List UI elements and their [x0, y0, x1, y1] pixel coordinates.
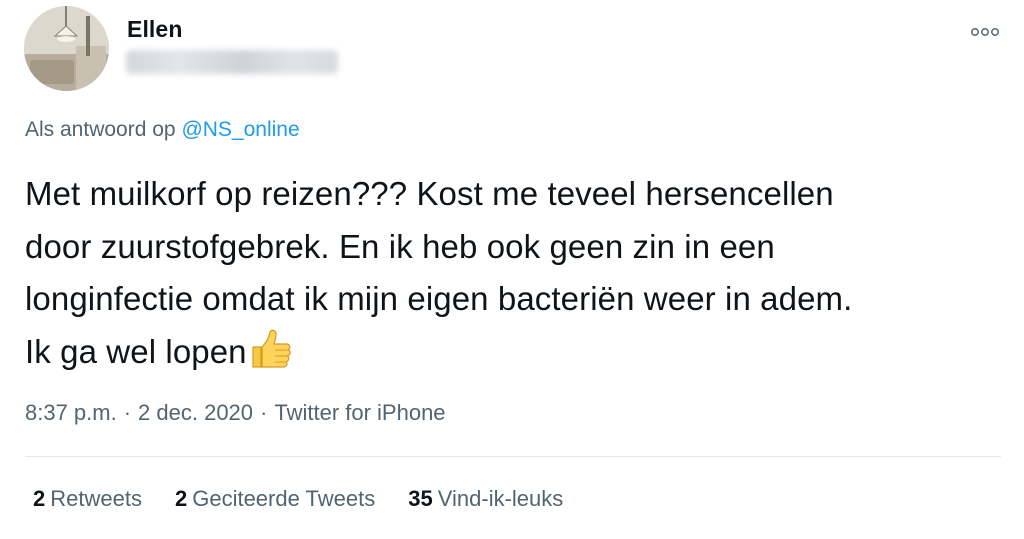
tweet-meta: 8:37 p.m. · 2 dec. 2020 · Twitter for iPhone — [25, 400, 446, 426]
divider — [25, 456, 1001, 457]
thumbs-up-icon — [249, 329, 293, 385]
tweet-text-line: door zuurstofgebrek. En ik heb ook geen … — [25, 227, 775, 265]
meta-separator: · — [123, 400, 132, 425]
retweets-stat[interactable]: 2 Retweets — [33, 486, 142, 512]
tweet-text-line: longinfectie omdat ik mijn eigen bacteri… — [25, 280, 853, 317]
tweet-stats: 2 Retweets 2 Geciteerde Tweets 35 Vind-ik-l… — [33, 486, 563, 512]
quote-tweets-stat[interactable]: 2 Geciteerde Tweets — [175, 486, 375, 512]
retweets-label: Retweets — [50, 486, 142, 511]
tweet-text: Met muilkorf op reizen??? Kost me teveel… — [25, 168, 1000, 384]
tweet-text-line-last: Ik ga wel lopen — [25, 326, 1000, 385]
retweets-count: 2 — [33, 486, 46, 511]
tweet-time[interactable]: 8:37 p.m. — [25, 400, 117, 425]
tweet-source[interactable]: Twitter for iPhone — [274, 400, 445, 425]
tweet-text-line: Met muilkorf op reizen??? Kost me teveel… — [25, 175, 834, 212]
tweet-date[interactable]: 2 dec. 2020 — [138, 400, 253, 425]
reply-context: Als antwoord op @NS_online — [25, 118, 300, 142]
likes-label: Vind-ik-leuks — [437, 486, 564, 511]
likes-stat[interactable]: 35 Vind-ik-leuks — [408, 486, 563, 512]
tweet-text-line: Ik ga wel lopen — [25, 332, 247, 370]
author-name[interactable]: Ellen — [127, 16, 182, 43]
more-horizontal-icon — [971, 28, 999, 36]
tweet-card: Ellen Als antwoord op @NS_online Met mui… — [0, 0, 1024, 539]
reply-prefix: Als antwoord op — [25, 118, 176, 141]
quote-tweets-label: Geciteerde Tweets — [192, 486, 376, 511]
author-handle-blurred — [126, 50, 338, 74]
meta-separator: · — [260, 400, 268, 425]
avatar[interactable] — [24, 6, 109, 91]
avatar-photo — [24, 6, 109, 91]
likes-count: 35 — [408, 486, 433, 511]
reply-mention-link[interactable]: @NS_online — [181, 118, 299, 141]
more-options-button[interactable] — [968, 22, 1002, 42]
quote-tweets-count: 2 — [174, 486, 188, 511]
